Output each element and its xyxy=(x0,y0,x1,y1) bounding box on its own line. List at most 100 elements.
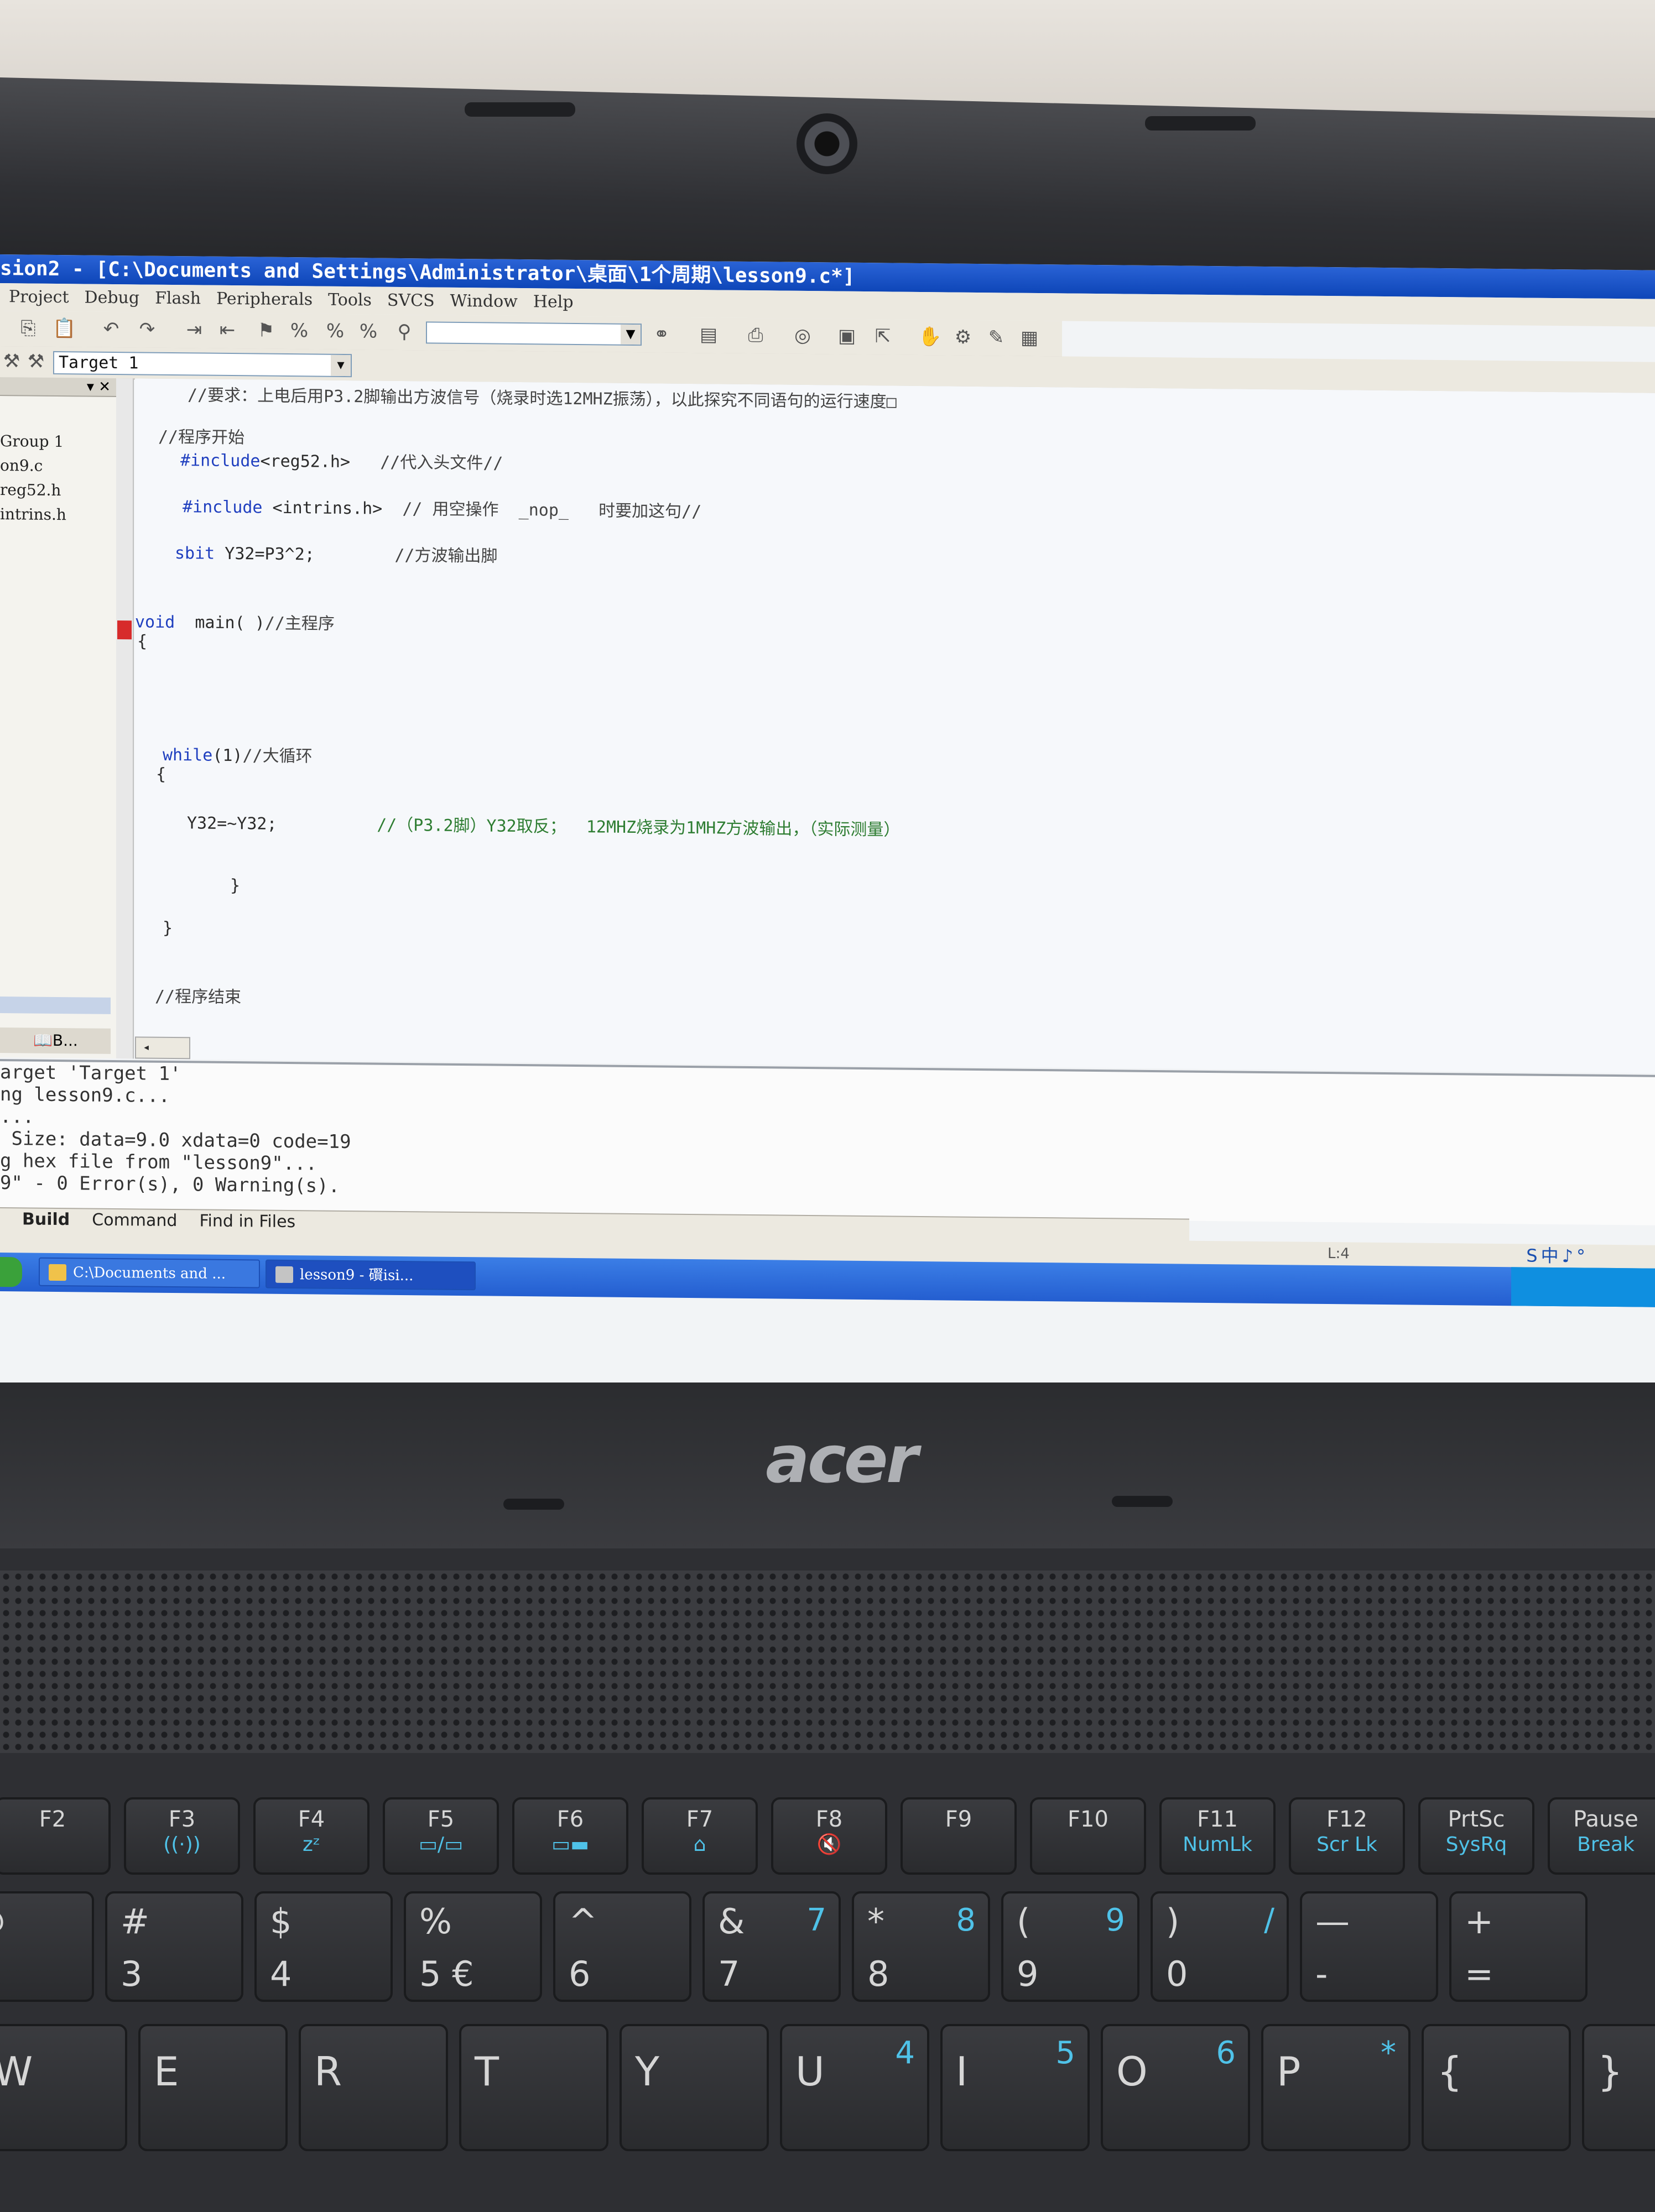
menu-flash[interactable]: Flash xyxy=(155,289,201,309)
find-combo[interactable]: ▼ xyxy=(426,321,642,346)
menu-window[interactable]: Window xyxy=(450,291,518,311)
tree-item-file[interactable]: reg52.h xyxy=(0,478,116,503)
hand-icon[interactable]: ✋ xyxy=(918,325,941,348)
key-letter[interactable]: E xyxy=(138,2024,288,2151)
key-label: E xyxy=(154,2048,179,2095)
breakpoint-marker[interactable] xyxy=(117,620,132,640)
key-num[interactable]: + = xyxy=(1449,1891,1588,2002)
tree-item-group[interactable]: Group 1 xyxy=(0,429,116,455)
key-f4[interactable]: F4 zᶻ xyxy=(253,1797,369,1875)
key-num[interactable]: @ xyxy=(0,1891,94,2002)
bookmark-clear-icon[interactable]: % xyxy=(357,320,380,343)
tree-item-file[interactable]: on9.c xyxy=(0,453,116,479)
key-letter[interactable]: U4 xyxy=(780,2024,929,2151)
key-letter[interactable]: W xyxy=(0,2024,127,2151)
key-letter[interactable]: P * xyxy=(1261,2024,1411,2151)
tab-command[interactable]: Command xyxy=(92,1211,177,1230)
key-num[interactable]: % 5 € xyxy=(404,1891,542,2002)
copy-icon[interactable]: ⎘ xyxy=(17,316,40,340)
save-all-icon[interactable]: ▦ xyxy=(1018,326,1041,349)
bezel-bumper-left xyxy=(465,102,575,117)
tab-find-in-files[interactable]: Find in Files xyxy=(199,1211,295,1232)
key-letter[interactable]: Y xyxy=(620,2024,769,2151)
code-line: } xyxy=(163,918,173,938)
rebuild-icon[interactable]: ⚒ xyxy=(24,349,48,373)
key-num[interactable]: & 7 7 xyxy=(702,1891,841,2002)
bookmark-next-icon[interactable]: % xyxy=(288,319,311,342)
start-button[interactable] xyxy=(0,1257,22,1287)
task-uvision[interactable]: lesson9 - 礥isi... xyxy=(266,1259,476,1291)
window-icon[interactable]: ▣ xyxy=(835,324,858,347)
key-letter[interactable]: { xyxy=(1422,2024,1571,2151)
pane-tab-books[interactable]: 📖B... xyxy=(0,1027,111,1054)
key-sublabel: 6 xyxy=(569,1954,591,1994)
chevron-down-icon[interactable]: ▼ xyxy=(331,354,351,377)
undo-icon[interactable]: ↶ xyxy=(100,317,123,341)
menu-svcs[interactable]: SVCS xyxy=(387,291,435,311)
bookmark-icon[interactable]: ⚑ xyxy=(254,319,278,342)
key-num[interactable]: ) 0 / xyxy=(1151,1891,1289,2002)
key-letter[interactable]: T xyxy=(459,2024,608,2151)
key-f7[interactable]: F7 ⌂ xyxy=(642,1797,758,1875)
code-editor[interactable]: //要求：上电后用P3.2脚输出方波信号（烧录时选12MHZ振荡），以此探究不同… xyxy=(135,378,1655,1073)
key-f8[interactable]: F8 🔇 xyxy=(771,1797,887,1875)
key-f2[interactable]: F2 xyxy=(0,1797,111,1875)
key-num[interactable]: ^ 6 xyxy=(553,1891,691,2002)
key-num[interactable]: (9 9 xyxy=(1001,1891,1139,2002)
key-f9[interactable]: F9 xyxy=(901,1797,1017,1875)
key-letter[interactable]: R xyxy=(299,2024,448,2151)
key-sublabel: ▭/▭ xyxy=(418,1833,464,1856)
tab-build[interactable]: Build xyxy=(22,1209,70,1229)
key-num[interactable]: — - xyxy=(1300,1891,1438,2002)
build-icon[interactable]: ⚒ xyxy=(0,349,23,373)
find-in-files-icon[interactable]: ⚲ xyxy=(393,320,416,343)
key-f5[interactable]: F5 ▭/▭ xyxy=(383,1797,499,1875)
close-icon[interactable]: ✕ xyxy=(98,379,111,395)
pane-header: ▾ ✕ xyxy=(0,377,116,398)
scroll-left-icon[interactable]: ◂ xyxy=(135,1036,190,1060)
key-label: W xyxy=(0,2048,33,2095)
key-letter[interactable]: O6 xyxy=(1101,2024,1250,2151)
key-num[interactable]: * 8 8 xyxy=(852,1891,990,2002)
view-icon[interactable]: ▤ xyxy=(697,323,720,346)
binoculars-icon[interactable]: ⚭ xyxy=(650,322,673,346)
key-f10[interactable]: F10 xyxy=(1030,1797,1146,1875)
menu-help[interactable]: Help xyxy=(533,292,574,312)
redo-icon[interactable]: ↷ xyxy=(136,317,159,341)
menu-debug[interactable]: Debug xyxy=(85,288,140,307)
indent-icon[interactable]: ⇥ xyxy=(183,318,206,341)
paste-icon[interactable]: 📋 xyxy=(53,317,76,340)
tree-item-file[interactable]: intrins.h xyxy=(0,502,116,528)
key-numpad-label: / xyxy=(1264,1902,1274,1938)
key-f6[interactable]: F6 ▭▬ xyxy=(512,1797,628,1875)
edit-icon[interactable]: ✎ xyxy=(985,326,1008,349)
key-prtsc[interactable]: PrtSc SysRq xyxy=(1418,1797,1534,1875)
task-explorer[interactable]: C:\Documents and ... xyxy=(39,1257,260,1288)
chevron-down-icon[interactable]: ▼ xyxy=(621,324,641,345)
popout-icon[interactable]: ⇱ xyxy=(871,325,894,348)
key-f3[interactable]: F3 ((·)) xyxy=(124,1797,240,1875)
menu-project[interactable]: Project xyxy=(9,287,69,307)
print-icon[interactable]: ⎙ xyxy=(744,324,767,347)
key-legend: F11 NumLk xyxy=(1162,1807,1273,1857)
key-pause[interactable]: Pause Break xyxy=(1548,1797,1655,1875)
key-legend: F3 ((·)) xyxy=(126,1807,238,1857)
settings-icon[interactable]: ⚙ xyxy=(951,326,975,349)
key-sublabel: ⌂ xyxy=(693,1833,706,1856)
pin-icon[interactable]: ▾ xyxy=(87,379,94,395)
unindent-icon[interactable]: ⇤ xyxy=(216,319,239,342)
bookmark-prev-icon[interactable]: % xyxy=(324,320,347,343)
key-f11[interactable]: F11 NumLk xyxy=(1159,1797,1276,1875)
menu-tools[interactable]: Tools xyxy=(328,290,372,310)
key-letter[interactable]: I5 xyxy=(940,2024,1090,2151)
key-num[interactable]: $4 xyxy=(254,1891,393,2002)
key-f12[interactable]: F12 Scr Lk xyxy=(1289,1797,1405,1875)
key-letter[interactable]: } xyxy=(1582,2024,1655,2151)
ime-indicator[interactable]: S中♪° xyxy=(1526,1244,1589,1267)
pane-scrollbar[interactable] xyxy=(0,997,111,1014)
debug-icon[interactable]: ◎ xyxy=(791,324,814,347)
menu-peripherals[interactable]: Peripherals xyxy=(216,289,313,310)
target-select-value: Target 1 xyxy=(59,353,139,373)
key-num[interactable]: #3 xyxy=(105,1891,243,2002)
target-select[interactable]: Target 1 ▼ xyxy=(53,351,352,378)
